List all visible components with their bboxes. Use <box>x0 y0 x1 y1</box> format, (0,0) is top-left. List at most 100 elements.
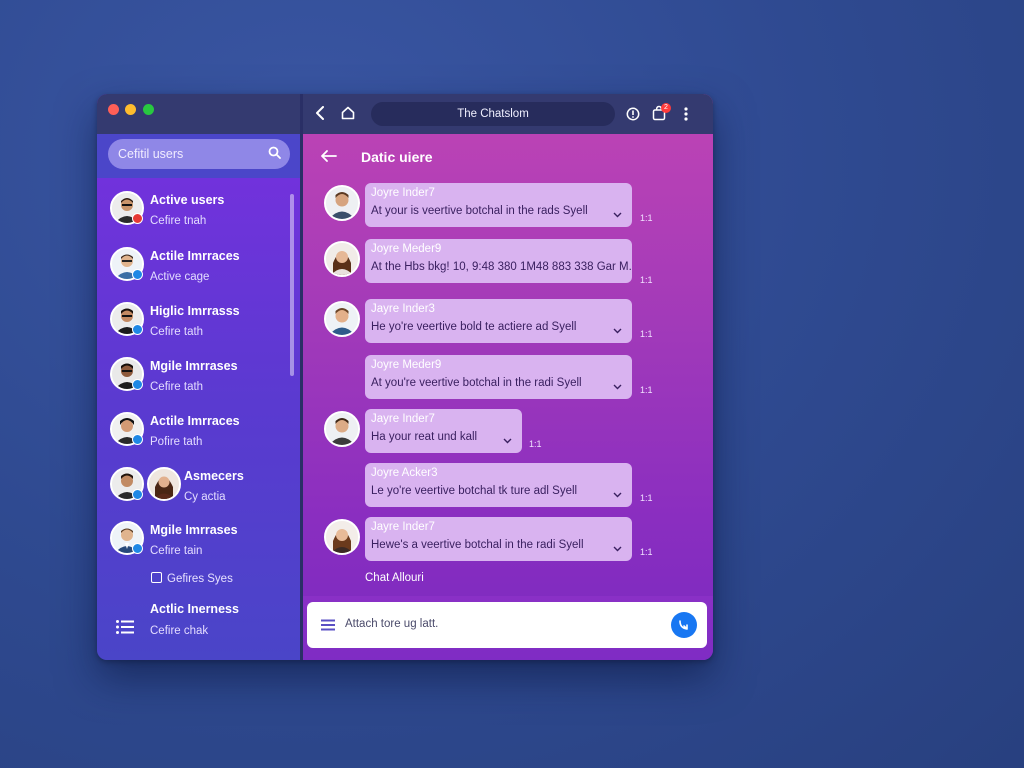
home-icon[interactable] <box>341 106 355 125</box>
address-bar[interactable]: The Chatslom <box>371 102 615 126</box>
message-row: Jayre Inder7 Hewe's a veertive botchal i… <box>303 517 713 567</box>
chevron-down-icon[interactable] <box>613 205 622 223</box>
chat-toolbar: The Chatslom 2 <box>303 94 713 134</box>
avatar <box>324 519 360 555</box>
message-timestamp: 1:1 <box>640 385 653 395</box>
avatar <box>324 185 360 221</box>
minimize-window-button[interactable] <box>125 104 136 115</box>
message-input[interactable]: Attach tore ug latt. <box>307 602 707 648</box>
message-bubble[interactable]: Jayre Inder7 Ha your reat und kall <box>365 409 522 453</box>
message-timestamp: 1:1 <box>640 547 653 557</box>
message-timestamp: 1:1 <box>529 439 542 449</box>
avatar <box>324 301 360 337</box>
user-name: Actile Imrraces <box>150 249 240 263</box>
sender-name: Joyre Meder9 <box>371 243 442 255</box>
message-row: Joyre Meder9 At the Hbs bkg! 10, 9:48 38… <box>303 239 713 289</box>
message-text: At you're veertive botchal in the radi S… <box>371 377 582 389</box>
avatar <box>324 411 360 447</box>
list-item[interactable]: Actile Imrraces Active cage <box>107 242 287 288</box>
address-title: The Chatslom <box>457 108 529 120</box>
message-timestamp: 1:1 <box>640 275 653 285</box>
sender-name: Joyre Inder7 <box>371 187 435 199</box>
chevron-down-icon[interactable] <box>613 539 622 557</box>
chevron-down-icon[interactable] <box>613 485 622 503</box>
sidebar-titlebar <box>97 94 300 134</box>
user-name: Mgile Imrrases <box>150 523 238 537</box>
list-item[interactable]: Actile Imrraces Pofire tath <box>107 407 287 453</box>
message-text: Hewe's a veertive botchal in the radi Sy… <box>371 539 584 551</box>
message-bubble[interactable]: Joyre Meder9 At you're veertive botchal … <box>365 355 632 399</box>
list-item[interactable]: Mgile Imrrases Cefire tain <box>107 516 287 562</box>
message-row: Jayre Inder7 Ha your reat und kall 1:1 <box>303 409 713 459</box>
info-icon[interactable] <box>626 107 640 126</box>
games-label: Gefires Syes <box>167 573 233 585</box>
status-badge <box>132 269 143 280</box>
user-name: Asmecers <box>184 469 244 483</box>
sender-name: Joyre Meder9 <box>371 359 442 371</box>
user-status: Cefire tnah <box>150 215 207 227</box>
search-icon[interactable] <box>268 146 281 164</box>
chevron-down-icon[interactable] <box>503 431 512 449</box>
user-status: Cy actia <box>184 491 226 503</box>
message-input-placeholder: Attach tore ug latt. <box>345 618 439 630</box>
list-item[interactable]: Higlic Imrrasss Cefire tath <box>107 297 287 343</box>
sidebar-scrollbar[interactable] <box>290 194 294 376</box>
status-badge <box>132 489 143 500</box>
list-item[interactable]: Asmecers Cy actia <box>107 462 287 508</box>
user-status: Cefire tath <box>150 326 204 338</box>
sender-name: Joyre Acker3 <box>371 467 438 479</box>
message-bubble[interactable]: Joyre Acker3 Le yo're veertive botchal t… <box>365 463 632 507</box>
message-bubble[interactable]: Joyre Meder9 At the Hbs bkg! 10, 9:48 38… <box>365 239 632 283</box>
list-item[interactable]: Mgile Imrrases Cefire tath <box>107 352 287 398</box>
search-bar-area: Cefitil users <box>97 134 300 178</box>
user-name: Mgile Imrrases <box>150 359 238 373</box>
list-item[interactable]: Active users Cefire tnah <box>107 186 287 232</box>
avatar <box>147 467 181 501</box>
chevron-down-icon[interactable] <box>613 377 622 395</box>
user-status: Active cage <box>150 271 210 283</box>
send-icon <box>679 620 688 630</box>
user-name: Actile Imrraces <box>150 414 240 428</box>
message-bubble[interactable]: Jayre Inder7 Hewe's a veertive botchal i… <box>365 517 632 561</box>
user-status: Pofire tath <box>150 436 203 448</box>
status-badge <box>132 543 143 554</box>
user-status: Cefire tath <box>150 381 204 393</box>
message-text: At the Hbs bkg! 10, 9:48 380 1M48 883 33… <box>371 261 632 273</box>
user-name: Higlic Imrrasss <box>150 304 240 318</box>
message-row: Joyre Inder7 At your is veertive botchal… <box>303 183 713 233</box>
user-status: Cefire chak <box>150 625 209 637</box>
message-text: Ha your reat und kall <box>371 431 478 443</box>
notification-badge: 2 <box>661 103 671 113</box>
search-placeholder: Cefitil users <box>118 147 184 161</box>
chat-app-window: Cefitil users Active users Cefire tnah A… <box>97 94 713 660</box>
status-badge <box>132 379 143 390</box>
send-button[interactable] <box>671 612 697 638</box>
sender-name: Jayre Inder7 <box>371 521 435 533</box>
status-badge <box>132 324 143 335</box>
message-row: Joyre Meder9 At you're veertive botchal … <box>303 355 713 405</box>
menu-icon[interactable] <box>321 618 335 636</box>
search-input[interactable]: Cefitil users <box>108 139 290 169</box>
games-filter-checkbox[interactable]: Gefires Syes <box>151 572 233 585</box>
message-timestamp: 1:1 <box>640 213 653 223</box>
arrow-left-icon[interactable] <box>321 149 337 167</box>
message-bubble[interactable]: Jayre Inder3 He yo're veertive bold te a… <box>365 299 632 343</box>
chat-allow-label: Chat Allouri <box>365 572 424 584</box>
checkbox-icon[interactable] <box>151 572 162 583</box>
message-text: He yo're veertive bold te actiere ad Sye… <box>371 321 577 333</box>
more-options-icon[interactable] <box>684 107 688 126</box>
user-name: Active users <box>150 193 225 207</box>
sender-name: Jayre Inder7 <box>371 413 435 425</box>
back-icon[interactable] <box>315 106 325 125</box>
list-menu-icon[interactable] <box>116 620 134 639</box>
user-name: Actlic Inerness <box>150 602 239 616</box>
maximize-window-button[interactable] <box>143 104 154 115</box>
message-timestamp: 1:1 <box>640 493 653 503</box>
message-row: Joyre Acker3 Le yo're veertive botchal t… <box>303 463 713 513</box>
close-window-button[interactable] <box>108 104 119 115</box>
message-timestamp: 1:1 <box>640 329 653 339</box>
chevron-down-icon[interactable] <box>613 321 622 339</box>
message-text: At your is veertive botchal in the rads … <box>371 205 588 217</box>
users-sidebar: Cefitil users Active users Cefire tnah A… <box>97 94 300 660</box>
message-bubble[interactable]: Joyre Inder7 At your is veertive botchal… <box>365 183 632 227</box>
